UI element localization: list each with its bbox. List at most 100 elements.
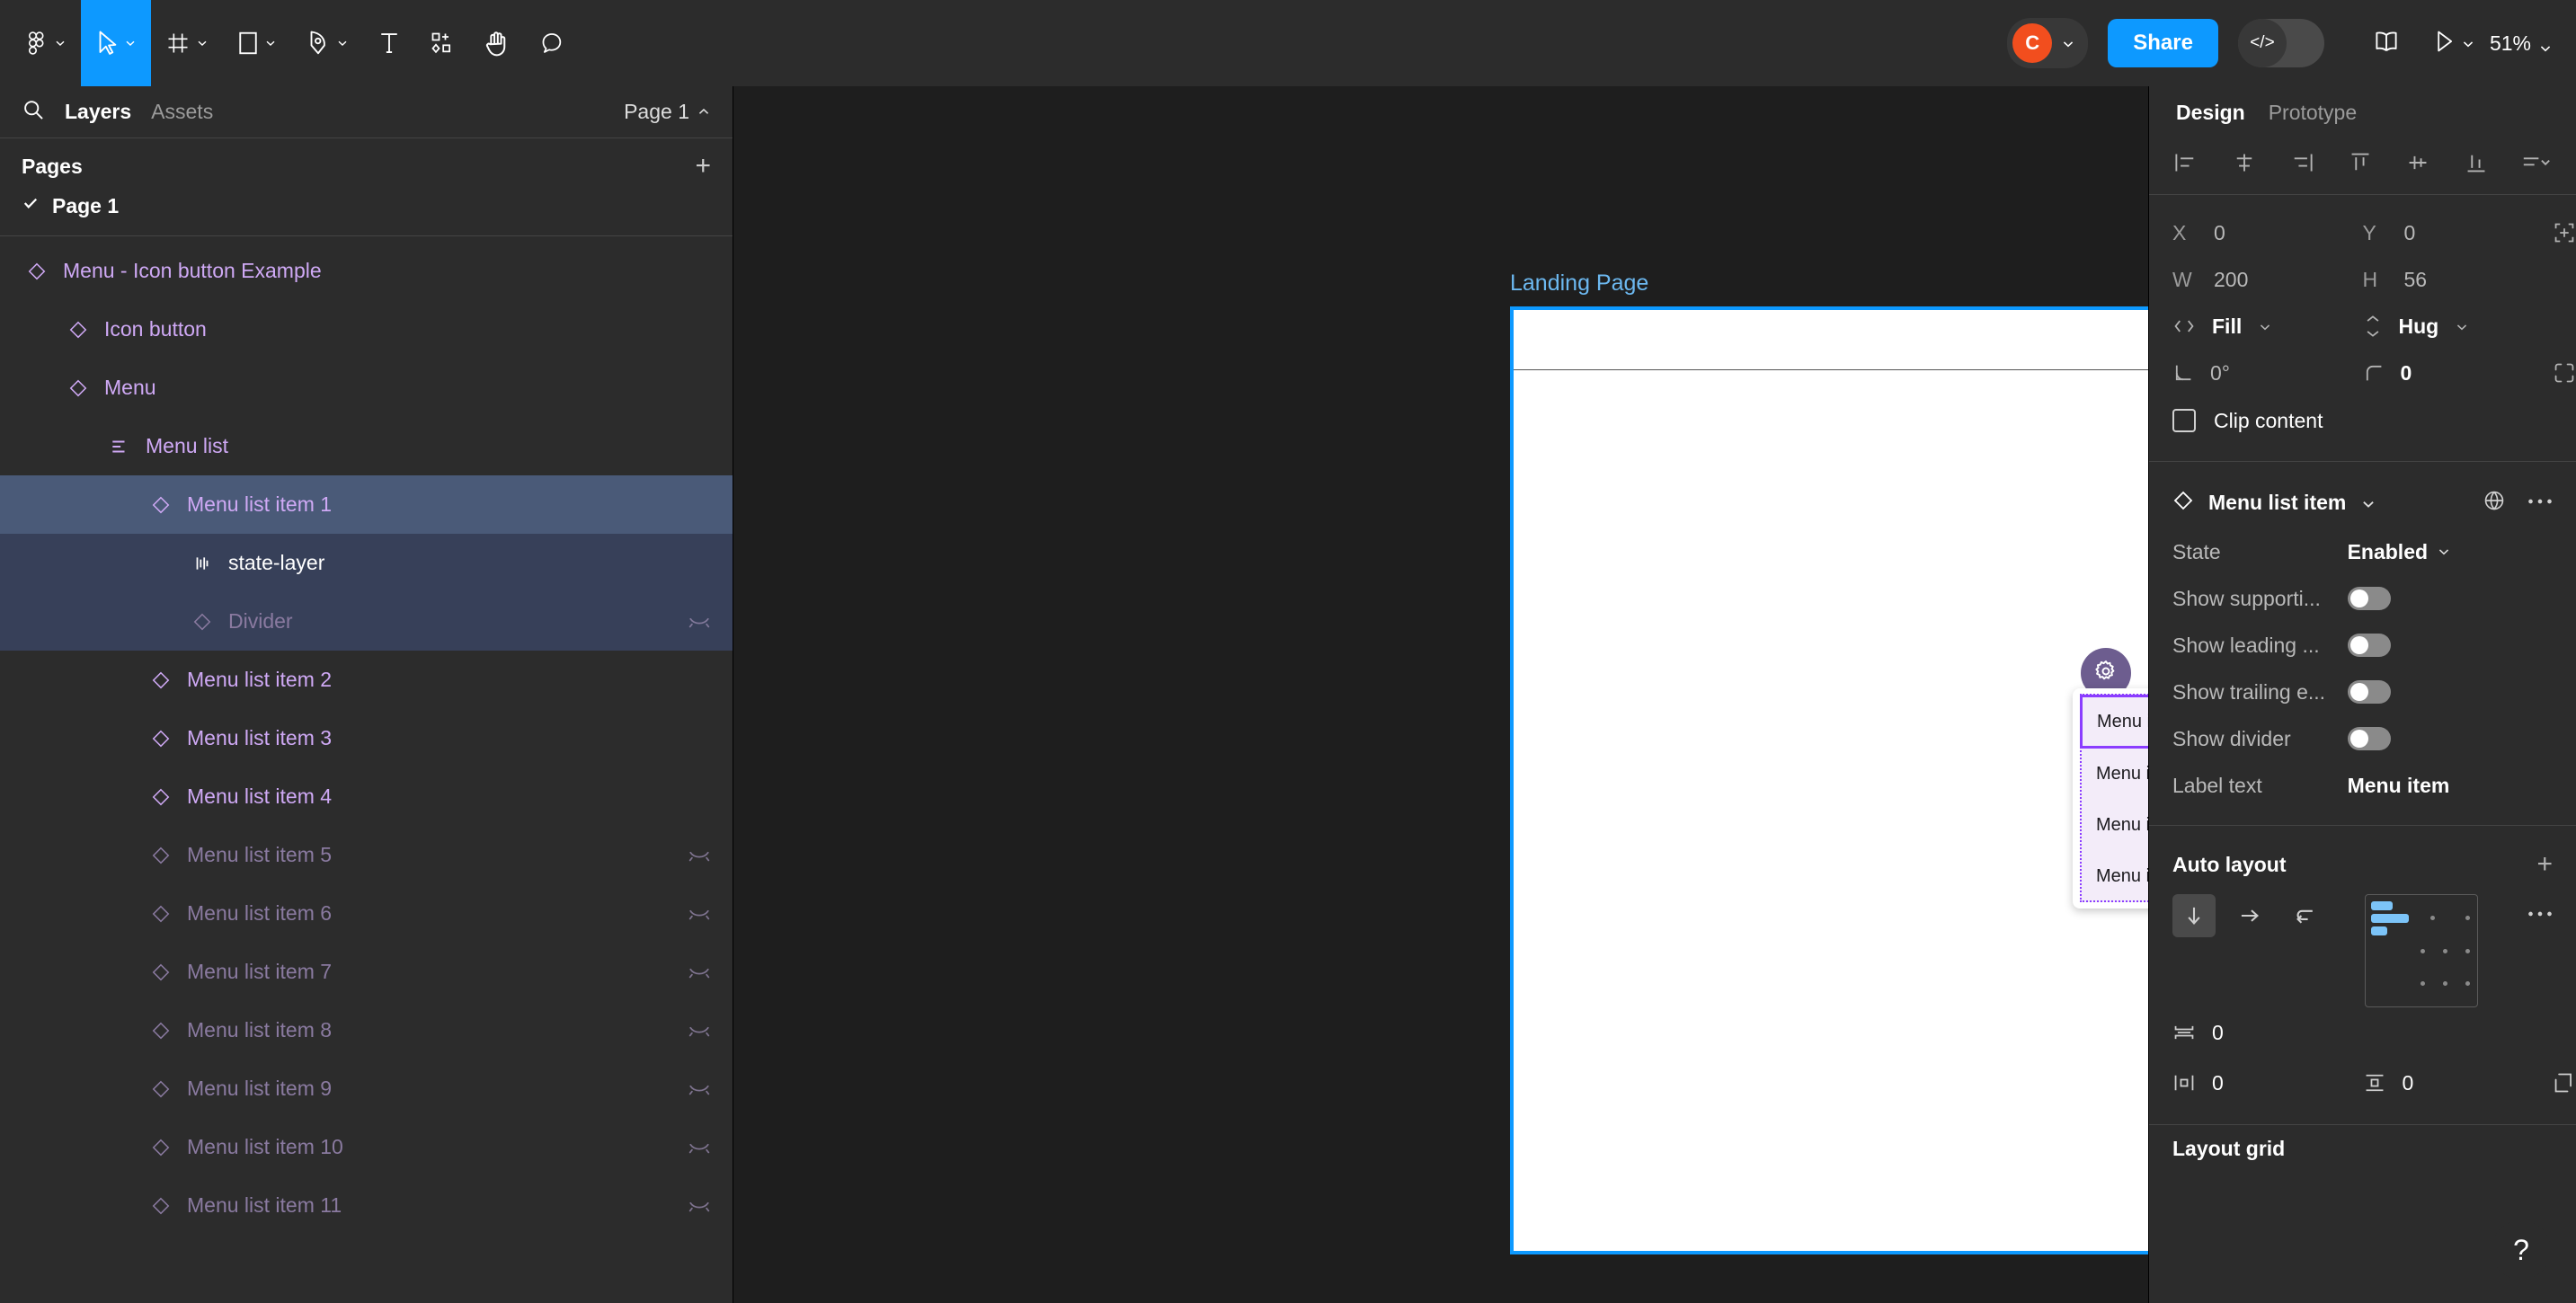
align-vertical-center-icon[interactable] — [2404, 151, 2431, 174]
layer-row[interactable]: Menu list item 11 — [0, 1176, 733, 1235]
component-icon — [63, 320, 93, 340]
vertical-resizing-select[interactable]: Hug — [2363, 315, 2554, 339]
property-text-value[interactable]: Menu item — [2348, 774, 2450, 798]
help-button[interactable]: ? — [2492, 1220, 2551, 1280]
frame-label[interactable]: Landing Page — [1510, 270, 1648, 297]
layer-row[interactable]: Menu list item 6 — [0, 884, 733, 943]
share-button[interactable]: Share — [2108, 19, 2218, 67]
page-selector[interactable]: Page 1 — [624, 100, 711, 124]
layer-row[interactable]: Menu list item 1 — [0, 475, 733, 534]
layer-row[interactable]: Menu — [0, 359, 733, 417]
property-toggle[interactable] — [2347, 634, 2391, 657]
align-horizontal-center-icon[interactable] — [2231, 151, 2258, 174]
eye-off-icon[interactable] — [688, 1199, 711, 1213]
rotation-field[interactable]: 0° — [2172, 361, 2363, 386]
present-button[interactable] — [2416, 29, 2490, 58]
independent-corners-icon[interactable] — [2553, 361, 2576, 385]
layer-row[interactable]: Menu list item 2 — [0, 651, 733, 709]
distribute-menu-icon[interactable] — [2520, 151, 2553, 174]
menu-item[interactable]: Menu item — [2082, 749, 2148, 800]
shape-tool-button[interactable] — [223, 0, 291, 86]
comment-tool-button[interactable] — [525, 0, 579, 86]
search-icon[interactable] — [22, 98, 45, 126]
frame-tool-button[interactable] — [151, 0, 223, 86]
eye-off-icon[interactable] — [688, 1140, 711, 1155]
layer-row[interactable]: Menu list item 5 — [0, 826, 733, 884]
layer-row[interactable]: state-layer — [0, 534, 733, 592]
eye-off-icon[interactable] — [688, 907, 711, 921]
auto-layout-more-options-icon[interactable] — [2527, 907, 2553, 923]
tab-design[interactable]: Design — [2176, 101, 2245, 125]
property-toggle[interactable] — [2347, 587, 2391, 610]
eye-off-icon[interactable] — [688, 615, 711, 629]
layers-tree[interactable]: Menu - Icon button Example Icon button Men… — [0, 236, 733, 1303]
eye-off-icon[interactable] — [688, 1082, 711, 1096]
horizontal-direction-icon[interactable] — [2228, 894, 2271, 937]
wrap-direction-icon[interactable] — [2284, 894, 2327, 937]
more-options-icon[interactable] — [2527, 494, 2553, 510]
layer-row[interactable]: Menu list item 7 — [0, 943, 733, 1001]
align-top-icon[interactable] — [2347, 151, 2374, 174]
globe-icon[interactable] — [2483, 489, 2506, 517]
menu-list[interactable]: Menu item Menu item Menu item Menu item — [2080, 694, 2148, 902]
eye-off-icon[interactable] — [688, 1024, 711, 1038]
toolbar-tools — [0, 0, 579, 86]
layer-row[interactable]: Divider — [0, 592, 733, 651]
layer-row[interactable]: Icon button — [0, 300, 733, 359]
corner-radius-field[interactable]: 0 — [2363, 361, 2554, 386]
horizontal-padding-field[interactable]: 0 — [2172, 1071, 2363, 1095]
eye-off-icon[interactable] — [688, 848, 711, 863]
align-bottom-icon[interactable] — [2463, 151, 2490, 174]
auto-layout-alignment-grid[interactable] — [2365, 894, 2478, 1007]
landing-page-frame[interactable] — [1510, 306, 2148, 1254]
y-field[interactable]: Y 0 — [2363, 221, 2554, 245]
layer-row[interactable]: Menu list item 9 — [0, 1059, 733, 1118]
horizontal-resizing-select[interactable]: Fill — [2172, 315, 2363, 339]
layer-row[interactable]: Menu list — [0, 417, 733, 475]
tab-layers[interactable]: Layers — [65, 100, 131, 124]
layer-row[interactable]: Menu list item 3 — [0, 709, 733, 767]
gap-field[interactable]: 0 — [2172, 1021, 2363, 1045]
user-avatar-menu[interactable]: C — [2007, 18, 2089, 68]
resources-tool-button[interactable] — [415, 0, 469, 86]
figma-logo-button[interactable] — [9, 0, 81, 86]
align-right-icon[interactable] — [2288, 151, 2315, 174]
pen-tool-button[interactable] — [291, 0, 363, 86]
x-field[interactable]: X 0 — [2172, 221, 2363, 245]
toggle-knob — [2349, 683, 2368, 701]
width-field[interactable]: W 200 — [2172, 268, 2363, 292]
dev-mode-toggle[interactable]: </> — [2237, 19, 2324, 67]
add-auto-layout-button[interactable]: + — [2536, 851, 2553, 878]
align-left-icon[interactable] — [2172, 151, 2199, 174]
vertical-direction-icon[interactable] — [2172, 894, 2216, 937]
move-tool-button[interactable] — [81, 0, 151, 86]
clip-content-row[interactable]: Clip content — [2172, 396, 2553, 445]
height-field[interactable]: H 56 — [2363, 268, 2554, 292]
page-item[interactable]: Page 1 — [0, 185, 733, 226]
clip-content-checkbox[interactable] — [2172, 409, 2196, 432]
property-select[interactable]: Enabled — [2348, 540, 2451, 564]
menu-item[interactable]: Menu item — [2080, 695, 2148, 749]
absolute-position-icon[interactable] — [2553, 221, 2576, 244]
component-property-row: Show trailing e... — [2172, 669, 2553, 715]
tab-prototype[interactable]: Prototype — [2269, 101, 2357, 125]
hand-tool-button[interactable] — [469, 0, 525, 86]
eye-off-icon[interactable] — [688, 965, 711, 979]
padding-expand-icon[interactable] — [2553, 1071, 2576, 1095]
chevron-down-icon[interactable] — [2360, 496, 2375, 509]
property-toggle[interactable] — [2347, 727, 2391, 750]
menu-item[interactable]: Menu item — [2082, 800, 2148, 851]
property-toggle[interactable] — [2347, 680, 2391, 704]
add-page-button[interactable]: + — [695, 153, 711, 180]
layer-row[interactable]: Menu list item 10 — [0, 1118, 733, 1176]
layer-row[interactable]: Menu - Icon button Example — [0, 242, 733, 300]
library-button[interactable] — [2357, 29, 2416, 58]
zoom-menu[interactable]: 51% — [2490, 31, 2551, 56]
text-tool-button[interactable] — [363, 0, 415, 86]
design-canvas[interactable]: Landing Page Menu itemMenu itemMenu item… — [733, 86, 2148, 1303]
layer-row[interactable]: Menu list item 8 — [0, 1001, 733, 1059]
menu-item[interactable]: Menu item — [2082, 851, 2148, 902]
layer-row[interactable]: Menu list item 4 — [0, 767, 733, 826]
tab-assets[interactable]: Assets — [151, 100, 213, 124]
vertical-padding-field[interactable]: 0 — [2363, 1071, 2554, 1095]
